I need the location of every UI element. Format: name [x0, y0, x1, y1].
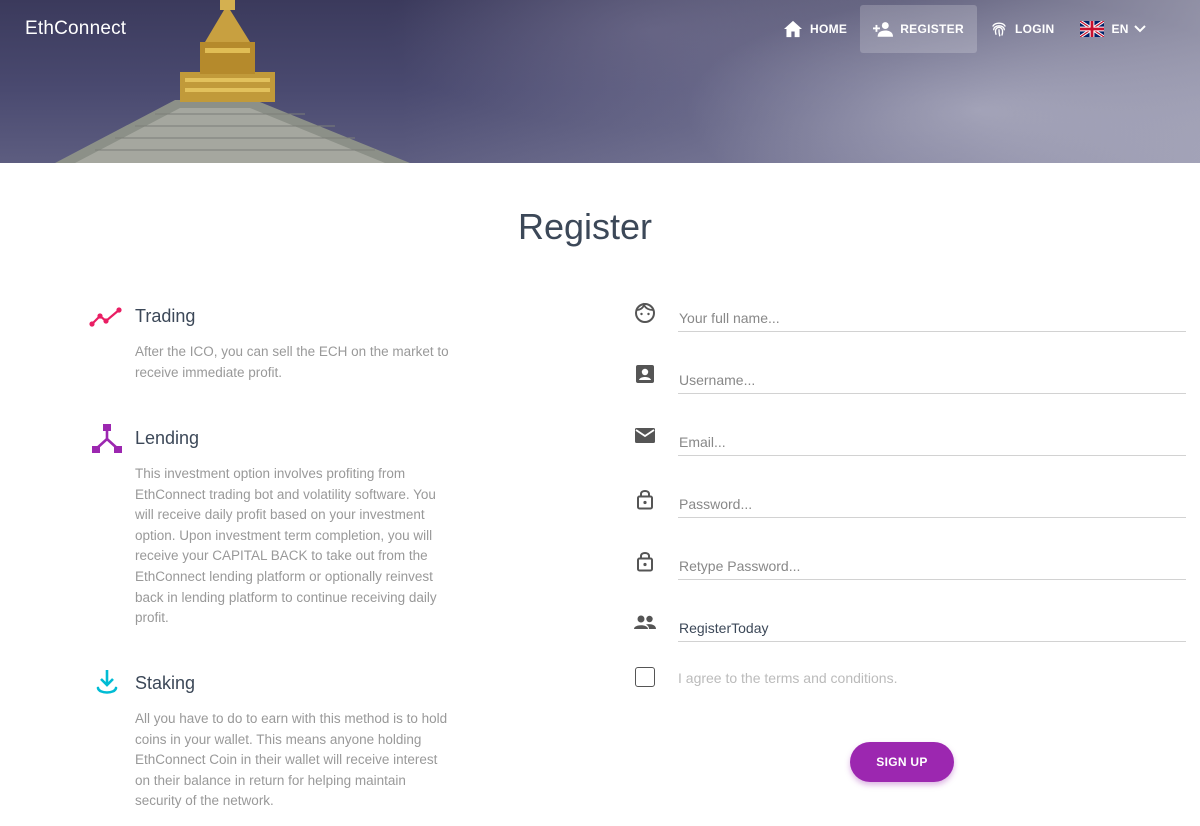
sign-up-button[interactable]: SIGN UP: [850, 742, 954, 782]
chevron-down-icon: [1134, 25, 1146, 33]
fingerprint-icon: [992, 22, 1006, 37]
lock-icon: [637, 552, 653, 572]
account-box-icon: [636, 365, 654, 383]
password-row: [632, 486, 1186, 526]
feature-title: Trading: [135, 306, 196, 326]
trending-up-icon: [89, 307, 122, 327]
people-icon: [634, 615, 656, 629]
brand-logo[interactable]: EthConnect: [25, 18, 126, 40]
nav-login-label: LOGIN: [1014, 22, 1055, 36]
feature-trading: Trading After the ICO, you can sell the …: [88, 302, 458, 392]
language-selector[interactable]: EN: [1067, 5, 1159, 53]
username-input[interactable]: [678, 366, 1186, 394]
email-icon: [635, 428, 655, 443]
page-header: EthConnect HOME REGISTER LOGIN EN: [0, 0, 1200, 163]
feature-lending: Lending This investment option involves …: [88, 424, 458, 634]
username-row: [632, 362, 1186, 402]
fullname-input[interactable]: [678, 304, 1186, 332]
home-icon: [784, 20, 802, 38]
referral-input[interactable]: [678, 614, 1186, 642]
lock-icon: [637, 490, 653, 510]
feature-text: All you have to do to earn with this met…: [135, 711, 448, 809]
feature-text: After the ICO, you can sell the ECH on t…: [135, 344, 449, 380]
email-input[interactable]: [678, 428, 1186, 456]
download-icon: [96, 670, 118, 694]
main-nav: HOME REGISTER LOGIN EN: [770, 5, 1160, 53]
referral-row: [632, 610, 1186, 650]
retype-password-input[interactable]: [678, 552, 1186, 580]
feature-title: Staking: [135, 673, 196, 693]
terms-label: I agree to the terms and conditions.: [678, 670, 898, 686]
nav-register-label: REGISTER: [900, 22, 964, 36]
password-input[interactable]: [678, 490, 1186, 518]
feature-staking: Staking All you have to do to earn with …: [88, 669, 458, 819]
face-icon: [635, 302, 655, 323]
language-label: EN: [1111, 22, 1129, 36]
feature-title: Lending: [135, 428, 200, 448]
call-split-icon: [92, 424, 122, 453]
terms-checkbox[interactable]: [635, 667, 655, 687]
feature-text: This investment option involves profitin…: [135, 466, 437, 626]
email-row: [632, 424, 1186, 464]
nav-home[interactable]: HOME: [770, 5, 860, 53]
uk-flag-icon: [1080, 21, 1105, 37]
nav-register[interactable]: REGISTER: [860, 5, 977, 53]
page-title: Register: [517, 206, 653, 247]
fullname-row: [632, 300, 1186, 340]
retype-password-row: [632, 548, 1186, 588]
person-add-icon: [873, 22, 894, 37]
nav-login[interactable]: LOGIN: [977, 5, 1068, 53]
nav-home-label: HOME: [810, 22, 848, 36]
